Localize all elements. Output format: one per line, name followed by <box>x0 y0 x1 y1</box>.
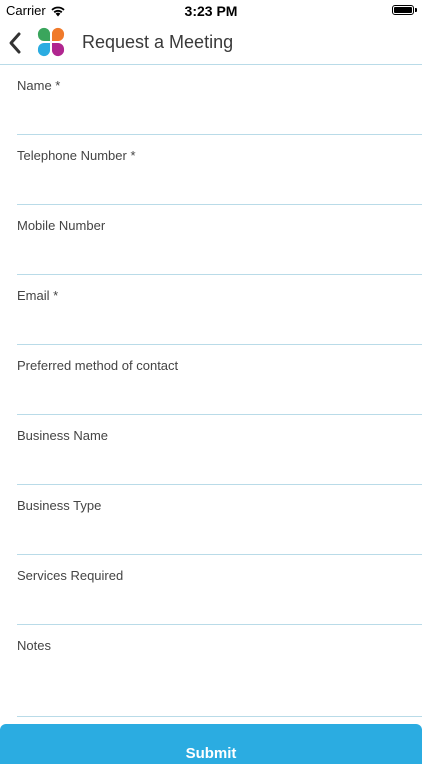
services-required-field: Services Required <box>17 555 422 625</box>
name-label: Name * <box>17 78 61 93</box>
status-bar: Carrier 3:23 PM <box>0 0 422 22</box>
name-field: Name * <box>17 65 422 135</box>
email-label: Email * <box>17 288 59 303</box>
notes-field: Notes <box>17 625 422 717</box>
business-name-input[interactable] <box>17 449 407 477</box>
business-name-field: Business Name <box>17 415 422 485</box>
mobile-input[interactable] <box>17 239 407 267</box>
back-button[interactable] <box>4 28 30 58</box>
telephone-field: Telephone Number * <box>17 135 422 205</box>
name-input[interactable] <box>17 99 407 127</box>
app-logo-icon <box>37 27 65 57</box>
chevron-left-icon <box>9 32 21 54</box>
page-title: Request a Meeting <box>82 32 234 52</box>
telephone-label: Telephone Number * <box>17 148 136 163</box>
services-required-label: Services Required <box>17 568 124 583</box>
email-field: Email * <box>17 275 422 345</box>
business-name-label: Business Name <box>17 428 109 443</box>
business-type-input[interactable] <box>17 519 407 547</box>
mobile-field: Mobile Number <box>17 205 422 275</box>
battery-icon <box>392 5 417 15</box>
status-time: 3:23 PM <box>184 3 238 19</box>
telephone-input[interactable] <box>17 169 407 197</box>
contact-method-field: Preferred method of contact <box>17 345 422 415</box>
notes-label: Notes <box>17 638 51 653</box>
notes-textarea[interactable] <box>17 659 407 709</box>
meeting-request-form: Name * Telephone Number * Mobile Number … <box>0 65 422 717</box>
contact-method-label: Preferred method of contact <box>17 358 179 373</box>
business-type-label: Business Type <box>17 498 102 513</box>
business-type-field: Business Type <box>17 485 422 555</box>
submit-button[interactable]: Submit <box>0 724 422 764</box>
navigation-bar: Request a Meeting <box>0 22 422 65</box>
email-input[interactable] <box>17 309 407 337</box>
contact-method-input[interactable] <box>17 379 407 407</box>
mobile-label: Mobile Number <box>17 218 106 233</box>
services-required-input[interactable] <box>17 589 407 617</box>
